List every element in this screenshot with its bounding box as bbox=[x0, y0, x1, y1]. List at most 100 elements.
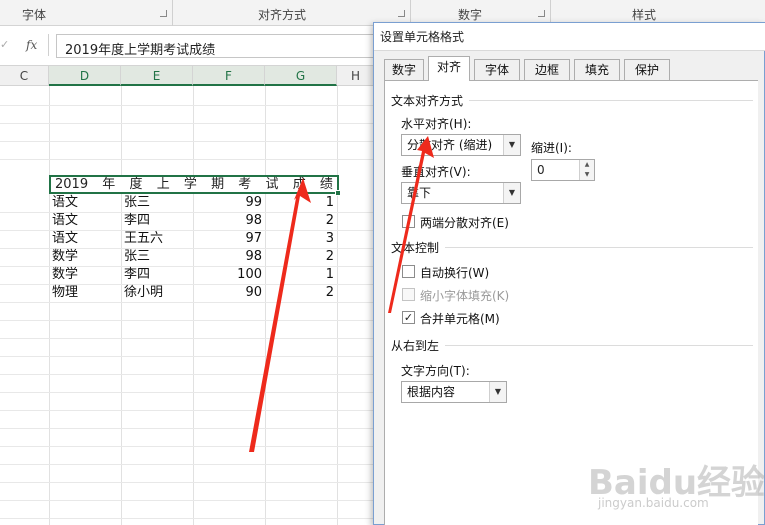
column-header-d[interactable]: D bbox=[49, 66, 121, 86]
indent-label: 缩进(I): bbox=[531, 141, 572, 155]
cell-subject[interactable]: 语文 bbox=[52, 230, 118, 248]
spin-up-icon[interactable]: ▲ bbox=[579, 160, 594, 170]
shrink-to-fit-label: 缩小字体填充(K) bbox=[420, 289, 510, 303]
justify-distributed-checkbox[interactable] bbox=[402, 215, 415, 228]
cell-name[interactable]: 李四 bbox=[124, 266, 190, 284]
column-header-f[interactable]: F bbox=[193, 66, 265, 86]
horizontal-align-value: 分散对齐 (缩进) bbox=[407, 138, 493, 152]
column-header-e[interactable]: E bbox=[121, 66, 193, 86]
vertical-align-value: 靠下 bbox=[407, 186, 432, 200]
cell-subject[interactable]: 数学 bbox=[52, 266, 118, 284]
format-cells-dialog: 设置单元格格式 数字 对齐 字体 边框 填充 保护 文本对齐方式 水平对齐(H)… bbox=[373, 22, 765, 525]
cell-subject[interactable]: 语文 bbox=[52, 212, 118, 230]
cell-subject[interactable]: 数学 bbox=[52, 248, 118, 266]
ribbon-group-font: 字体 bbox=[22, 8, 47, 22]
cell-name[interactable]: 王五六 bbox=[124, 230, 190, 248]
tab-number[interactable]: 数字 bbox=[384, 59, 424, 80]
ribbon-group-number: 数字 bbox=[458, 8, 483, 22]
wrap-text-checkbox[interactable] bbox=[402, 265, 415, 278]
grid-line bbox=[0, 141, 375, 142]
cell-subject[interactable]: 语文 bbox=[52, 194, 118, 212]
grid-line bbox=[0, 374, 375, 375]
insert-function-icon[interactable]: fx bbox=[26, 38, 37, 52]
dialog-title[interactable]: 设置单元格格式 bbox=[374, 23, 765, 51]
indent-value: 0 bbox=[537, 163, 545, 177]
grid-line bbox=[337, 86, 338, 525]
text-direction-value: 根据内容 bbox=[407, 385, 456, 399]
merge-cells-checkbox[interactable]: ✓ bbox=[402, 311, 415, 324]
title-char: 期 bbox=[211, 177, 225, 192]
chevron-down-icon[interactable]: ▼ bbox=[489, 382, 506, 402]
cell-score[interactable]: 99 bbox=[196, 194, 262, 212]
grid-line bbox=[0, 428, 375, 429]
ribbon-group-styles: 样式 bbox=[632, 8, 657, 22]
grid-line bbox=[0, 320, 375, 321]
grid-line bbox=[0, 446, 375, 447]
title-char: 试 bbox=[265, 177, 279, 192]
tab-font[interactable]: 字体 bbox=[474, 59, 520, 80]
merge-cells-label: 合并单元格(M) bbox=[420, 312, 500, 326]
cell-name[interactable]: 张三 bbox=[124, 194, 190, 212]
cell-rank[interactable]: 1 bbox=[268, 266, 334, 284]
column-header-h[interactable]: H bbox=[337, 66, 375, 86]
grid-line bbox=[0, 482, 375, 483]
section-right-to-left: 从右到左 bbox=[391, 339, 440, 353]
grid-line bbox=[0, 392, 375, 393]
grid-line bbox=[121, 86, 122, 525]
column-header-g[interactable]: G bbox=[265, 66, 337, 86]
tab-fill[interactable]: 填充 bbox=[574, 59, 620, 80]
number-dialog-launcher-icon[interactable] bbox=[538, 10, 545, 17]
indent-stepper[interactable]: 0 ▲ ▼ bbox=[531, 159, 595, 181]
cell-name[interactable]: 张三 bbox=[124, 248, 190, 266]
title-char: 考 bbox=[238, 177, 252, 192]
cell-score[interactable]: 90 bbox=[196, 284, 262, 302]
grid-line bbox=[0, 500, 375, 501]
ribbon-group-alignment: 对齐方式 bbox=[258, 8, 307, 22]
spin-down-icon[interactable]: ▼ bbox=[579, 170, 594, 180]
justify-distributed-label: 两端分散对齐(E) bbox=[420, 216, 509, 230]
tab-alignment[interactable]: 对齐 bbox=[428, 56, 470, 81]
merged-title-cell[interactable]: 2019 年 度 上 学 期 考 试 成 绩 bbox=[49, 175, 339, 194]
vertical-align-select[interactable]: 靠下 ▼ bbox=[401, 182, 521, 204]
cell-score[interactable]: 97 bbox=[196, 230, 262, 248]
tab-border[interactable]: 边框 bbox=[524, 59, 570, 80]
watermark-url: jingyan.baidu.com bbox=[598, 496, 709, 510]
confirm-icon[interactable]: ✓ bbox=[0, 38, 9, 51]
cell-rank[interactable]: 2 bbox=[268, 248, 334, 266]
cell-name[interactable]: 徐小明 bbox=[124, 284, 190, 302]
title-char: 绩 bbox=[319, 177, 333, 192]
cell-score[interactable]: 100 bbox=[196, 266, 262, 284]
cell-rank[interactable]: 3 bbox=[268, 230, 334, 248]
title-char: 成 bbox=[292, 177, 306, 192]
grid-line bbox=[0, 464, 375, 465]
chevron-down-icon[interactable]: ▼ bbox=[503, 135, 520, 155]
formula-input[interactable]: 2019年度上学期考试成绩 bbox=[56, 34, 386, 58]
grid-line bbox=[0, 356, 375, 357]
grid-line bbox=[0, 302, 375, 303]
section-divider bbox=[445, 345, 753, 346]
horizontal-align-select[interactable]: 分散对齐 (缩进) ▼ bbox=[401, 134, 521, 156]
tab-protection[interactable]: 保护 bbox=[624, 59, 670, 80]
cell-name[interactable]: 李四 bbox=[124, 212, 190, 230]
column-header-c[interactable]: C bbox=[0, 66, 49, 86]
shrink-to-fit-checkbox bbox=[402, 288, 415, 301]
title-char: 年 bbox=[102, 177, 116, 192]
title-char: 2019 bbox=[55, 177, 89, 192]
horizontal-align-label: 水平对齐(H): bbox=[401, 117, 472, 131]
grid-line bbox=[193, 86, 194, 525]
cell-rank[interactable]: 2 bbox=[268, 212, 334, 230]
cell-score[interactable]: 98 bbox=[196, 212, 262, 230]
chevron-down-icon[interactable]: ▼ bbox=[503, 183, 520, 203]
fill-handle[interactable] bbox=[335, 190, 341, 196]
text-direction-label: 文字方向(T): bbox=[401, 364, 470, 378]
alignment-dialog-launcher-icon[interactable] bbox=[398, 10, 405, 17]
text-direction-select[interactable]: 根据内容 ▼ bbox=[401, 381, 507, 403]
cell-subject[interactable]: 物理 bbox=[52, 284, 118, 302]
title-char: 学 bbox=[183, 177, 197, 192]
font-dialog-launcher-icon[interactable] bbox=[160, 10, 167, 17]
grid-line bbox=[265, 86, 266, 525]
vertical-align-label: 垂直对齐(V): bbox=[401, 165, 471, 179]
cell-rank[interactable]: 2 bbox=[268, 284, 334, 302]
cell-rank[interactable]: 1 bbox=[268, 194, 334, 212]
cell-score[interactable]: 98 bbox=[196, 248, 262, 266]
